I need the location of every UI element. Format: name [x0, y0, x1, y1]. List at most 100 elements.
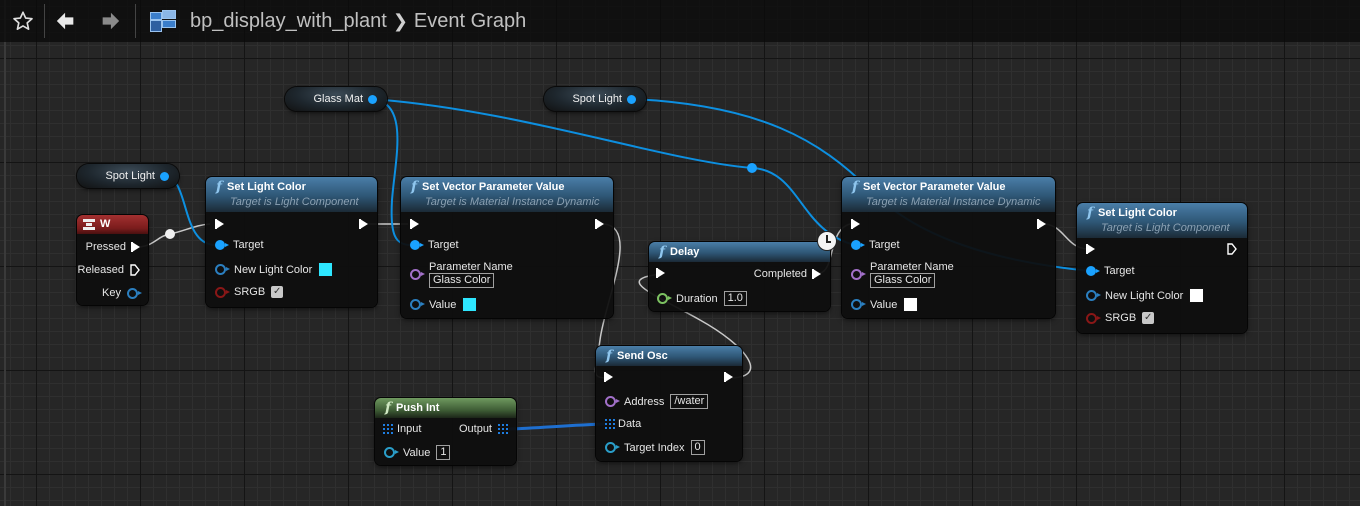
arrow-right-icon [102, 12, 120, 30]
struct-output-pin-key[interactable] [127, 287, 142, 299]
string-input-pin-address[interactable] [605, 396, 620, 407]
node-title: W [100, 218, 111, 230]
exec-input-pin[interactable] [604, 372, 613, 382]
pin-label: Input [397, 423, 422, 435]
key-event-node-w[interactable]: W Pressed Released Key [77, 215, 148, 305]
node-title: Push Int [396, 402, 440, 414]
bool-input-pin-srgb[interactable] [215, 286, 230, 298]
pin-label: Address [624, 395, 665, 408]
object-output-pin[interactable] [368, 94, 377, 104]
toolbar-separator [44, 4, 45, 38]
object-input-pin-target[interactable] [1086, 266, 1100, 276]
target-index-input[interactable]: 0 [690, 440, 705, 455]
exec-output-pin[interactable] [595, 219, 604, 229]
favorite-button[interactable] [6, 3, 40, 39]
pin-label: New Light Color [234, 263, 313, 276]
array-input-pin-data[interactable] [605, 419, 615, 429]
struct-input-pin-value[interactable] [851, 299, 866, 310]
pin-label: Value [870, 298, 898, 311]
star-icon [13, 11, 33, 30]
exec-input-pin[interactable] [215, 219, 224, 229]
exec-input-pin[interactable] [656, 268, 665, 278]
parameter-name-input[interactable]: Glass Color [870, 273, 936, 288]
object-input-pin-target[interactable] [215, 240, 229, 250]
int-input-pin-value[interactable] [384, 447, 399, 458]
graph-toolbar: bp_display_with_plant ❯ Event Graph [0, 0, 1360, 42]
pin-label: Output [458, 423, 492, 435]
array-input-pin-input[interactable] [383, 424, 393, 434]
exec-input-pin[interactable] [1086, 244, 1095, 254]
object-input-pin-target[interactable] [410, 240, 424, 250]
address-input[interactable]: /water [670, 394, 709, 409]
parameter-name-input[interactable]: Glass Color [429, 273, 495, 288]
function-node-set-light-color-1[interactable]: f Set Light Color Target is Light Compone… [206, 177, 377, 307]
function-icon: f [852, 179, 859, 195]
function-node-set-vector-parameter-value-1[interactable]: f Set Vector Parameter Value Target is Ma… [401, 177, 613, 318]
variable-node-spot-light-left[interactable]: Spot Light [77, 164, 179, 188]
color-swatch[interactable] [462, 297, 478, 312]
exec-output-pin-completed[interactable] [812, 269, 821, 279]
exec-output-pin-pressed[interactable] [131, 242, 140, 252]
name-input-pin-parameter-name[interactable] [851, 269, 866, 280]
arrow-left-icon [56, 12, 74, 30]
breadcrumb-graph[interactable]: Event Graph [414, 10, 526, 33]
pin-label: Target Index [624, 441, 685, 454]
function-icon: f [385, 400, 392, 416]
blueprint-icon [150, 10, 176, 32]
struct-input-pin-new-light-color[interactable] [215, 264, 230, 275]
object-output-pin[interactable] [160, 171, 169, 181]
function-node-send-osc[interactable]: f Send Osc Address/water Data Target Inde… [596, 346, 742, 461]
exec-output-pin-released[interactable] [130, 264, 140, 276]
node-title: Delay [670, 246, 700, 258]
wire-pushint-output-to-data [508, 422, 607, 431]
exec-output-pin[interactable] [359, 219, 368, 229]
object-input-pin-target[interactable] [851, 240, 865, 250]
pin-label: Parameter Name [429, 261, 513, 273]
node-subtitle: Target is Light Component [230, 196, 359, 208]
duration-input[interactable]: 1.0 [723, 291, 747, 306]
node-title: Set Light Color [1098, 207, 1177, 219]
wire-reroute-to-svpv2-target [751, 167, 856, 246]
node-title: Send Osc [617, 350, 668, 362]
chevron-right-icon: ❯ [392, 10, 408, 31]
value-input[interactable]: 1 [436, 445, 451, 460]
color-swatch[interactable] [903, 297, 919, 312]
function-node-set-light-color-2[interactable]: f Set Light Color Target is Light Compone… [1077, 203, 1247, 333]
variable-node-glass-mat[interactable]: Glass Mat [285, 87, 387, 111]
back-button[interactable] [49, 3, 83, 39]
pure-function-node-push-int[interactable]: f Push Int Input Output Value 1 [375, 398, 516, 465]
function-node-delay[interactable]: f Delay Completed Duration 1.0 [649, 242, 830, 311]
int-input-pin-target-index[interactable] [605, 442, 620, 453]
variable-node-spot-light-top[interactable]: Spot Light [544, 87, 646, 111]
exec-output-pin[interactable] [1227, 243, 1237, 255]
forward-button[interactable] [93, 3, 127, 39]
pin-label: Target [1104, 265, 1135, 277]
pin-label: Completed [753, 268, 807, 280]
pin-label: Key [102, 287, 121, 299]
exec-output-pin[interactable] [724, 372, 733, 382]
color-swatch[interactable] [318, 262, 334, 277]
bool-input-pin-srgb[interactable] [1086, 312, 1101, 324]
exec-output-pin[interactable] [1037, 219, 1046, 229]
reroute-node-object [747, 163, 757, 173]
node-title: Set Vector Parameter Value [422, 181, 565, 193]
variable-label: Spot Light [572, 93, 622, 105]
function-node-set-vector-parameter-value-2[interactable]: f Set Vector Parameter Value Target is Ma… [842, 177, 1055, 318]
pin-label: Parameter Name [870, 261, 954, 273]
color-swatch[interactable] [1189, 288, 1205, 303]
array-output-pin-output[interactable] [498, 424, 508, 434]
panel-edge [4, 0, 6, 506]
srgb-checkbox[interactable]: ✓ [1142, 312, 1155, 324]
srgb-checkbox[interactable]: ✓ [271, 286, 284, 298]
exec-input-pin[interactable] [851, 219, 860, 229]
struct-input-pin-value[interactable] [410, 299, 425, 310]
breadcrumb-blueprint[interactable]: bp_display_with_plant [190, 10, 387, 33]
name-input-pin-parameter-name[interactable] [410, 269, 425, 280]
exec-input-pin[interactable] [410, 219, 419, 229]
reroute-node-exec [165, 229, 175, 239]
struct-input-pin-new-light-color[interactable] [1086, 290, 1101, 301]
object-output-pin[interactable] [627, 94, 636, 104]
pin-label: Pressed [85, 241, 126, 253]
float-input-pin-duration[interactable] [657, 293, 672, 304]
clock-function-icon: f [659, 244, 666, 260]
